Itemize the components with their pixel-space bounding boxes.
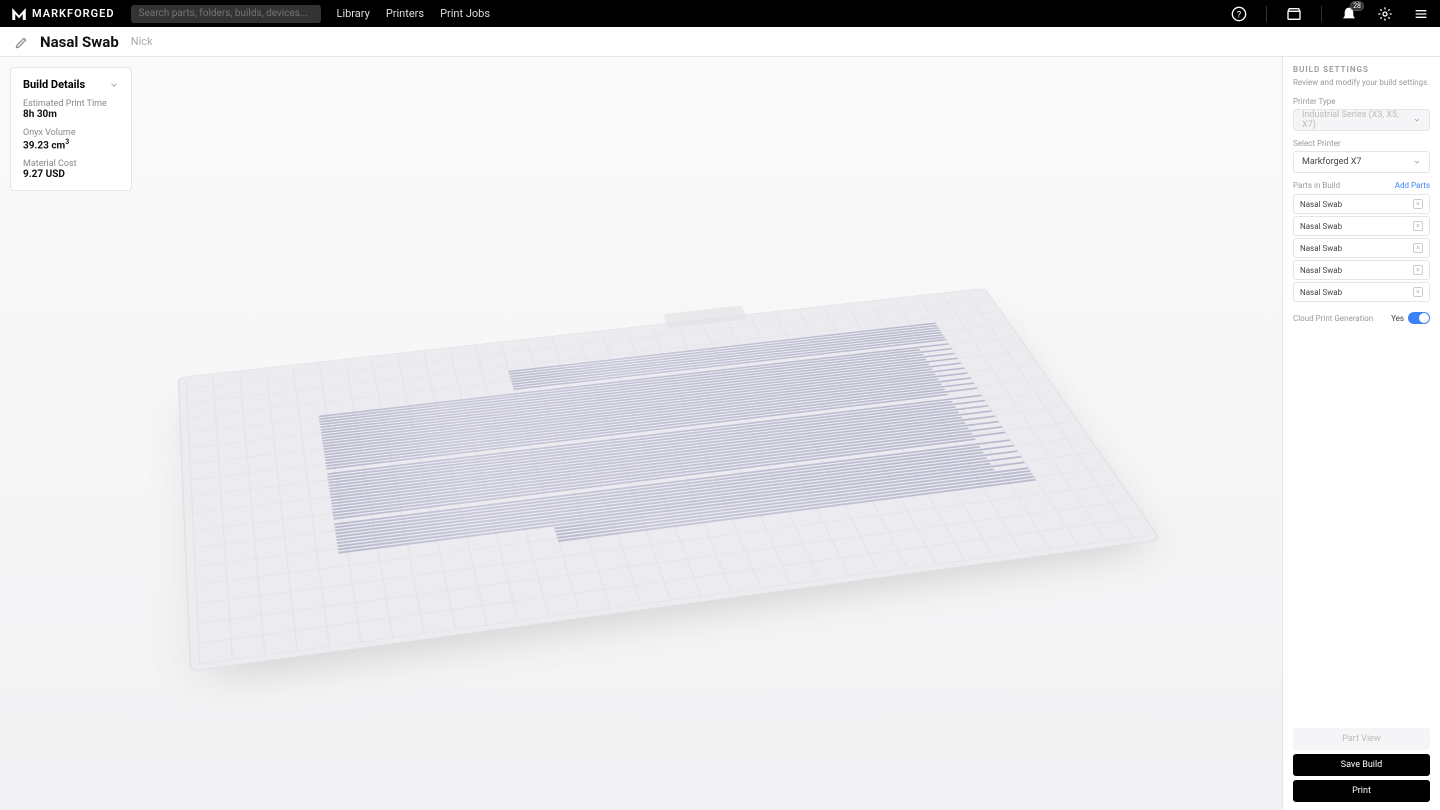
parts-in-build-label: Parts in Build bbox=[1293, 181, 1340, 190]
nav-link-printers[interactable]: Printers bbox=[386, 7, 424, 20]
print-button[interactable]: Print bbox=[1293, 780, 1430, 802]
cloud-print-row: Cloud Print Generation Yes bbox=[1293, 312, 1430, 324]
title-bar: Nasal Swab Nick bbox=[0, 27, 1440, 57]
build-plate bbox=[178, 288, 1161, 672]
chevron-down-icon bbox=[1413, 158, 1421, 166]
select-printer-label: Select Printer bbox=[1293, 139, 1430, 148]
remove-part-icon[interactable]: × bbox=[1413, 221, 1423, 231]
build-details-title: Build Details bbox=[23, 78, 85, 91]
search-input[interactable] bbox=[131, 5, 321, 23]
remove-part-icon[interactable]: × bbox=[1413, 287, 1423, 297]
nav-icons: ? 28 bbox=[1230, 5, 1430, 23]
shop-icon[interactable] bbox=[1285, 5, 1303, 23]
chevron-down-icon bbox=[1413, 116, 1421, 124]
printer-type-dropdown: Industrial Series (X3, X5, X7) bbox=[1293, 109, 1430, 131]
brand-logo[interactable]: MARKFORGED bbox=[10, 5, 115, 23]
cloud-print-toggle[interactable] bbox=[1408, 312, 1430, 324]
parts-header: Parts in Build Add Parts bbox=[1293, 181, 1430, 190]
part-item[interactable]: Nasal Swab× bbox=[1293, 194, 1430, 214]
cloud-print-label: Cloud Print Generation bbox=[1293, 314, 1373, 323]
part-view-button: Part View bbox=[1293, 728, 1430, 750]
cloud-print-value: Yes bbox=[1391, 314, 1404, 323]
top-nav: MARKFORGED Library Printers Print Jobs ?… bbox=[0, 0, 1440, 27]
notification-badge: 28 bbox=[1350, 1, 1364, 11]
notifications-icon[interactable]: 28 bbox=[1340, 5, 1358, 23]
add-parts-link[interactable]: Add Parts bbox=[1395, 181, 1430, 190]
author-name: Nick bbox=[131, 35, 153, 48]
nav-link-print-jobs[interactable]: Print Jobs bbox=[440, 7, 490, 20]
edit-name-icon[interactable] bbox=[14, 35, 28, 49]
main-area: Build Details Estimated Print Time 8h 30… bbox=[0, 57, 1440, 810]
settings-panel: BUILD SETTINGS Review and modify your bu… bbox=[1282, 57, 1440, 810]
build-name: Nasal Swab bbox=[40, 33, 119, 51]
remove-part-icon[interactable]: × bbox=[1413, 265, 1423, 275]
settings-subtitle: Review and modify your build settings. bbox=[1293, 78, 1430, 87]
search-container bbox=[131, 5, 321, 23]
build-details-header[interactable]: Build Details bbox=[23, 78, 119, 91]
nav-link-library[interactable]: Library bbox=[337, 7, 370, 20]
logo-icon bbox=[10, 5, 28, 23]
svg-text:?: ? bbox=[1237, 9, 1242, 20]
printer-type-label: Printer Type bbox=[1293, 97, 1430, 106]
settings-title: BUILD SETTINGS bbox=[1293, 65, 1430, 74]
remove-part-icon[interactable]: × bbox=[1413, 199, 1423, 209]
nav-links: Library Printers Print Jobs bbox=[337, 7, 491, 20]
build-details-card: Build Details Estimated Print Time 8h 30… bbox=[10, 67, 132, 191]
part-item[interactable]: Nasal Swab× bbox=[1293, 282, 1430, 302]
select-printer-dropdown[interactable]: Markforged X7 bbox=[1293, 151, 1430, 173]
detail-print-time: Estimated Print Time 8h 30m bbox=[23, 99, 119, 120]
help-icon[interactable]: ? bbox=[1230, 5, 1248, 23]
part-item[interactable]: Nasal Swab× bbox=[1293, 238, 1430, 258]
chevron-down-icon bbox=[109, 80, 119, 90]
detail-cost: Material Cost 9.27 USD bbox=[23, 159, 119, 180]
detail-volume: Onyx Volume 39.23 cm3 bbox=[23, 128, 119, 151]
build-viewport[interactable] bbox=[0, 57, 1282, 810]
save-build-button[interactable]: Save Build bbox=[1293, 754, 1430, 776]
menu-icon[interactable] bbox=[1412, 5, 1430, 23]
remove-part-icon[interactable]: × bbox=[1413, 243, 1423, 253]
part-item[interactable]: Nasal Swab× bbox=[1293, 260, 1430, 280]
settings-icon[interactable] bbox=[1376, 5, 1394, 23]
brand-text: MARKFORGED bbox=[32, 7, 115, 20]
part-item[interactable]: Nasal Swab× bbox=[1293, 216, 1430, 236]
